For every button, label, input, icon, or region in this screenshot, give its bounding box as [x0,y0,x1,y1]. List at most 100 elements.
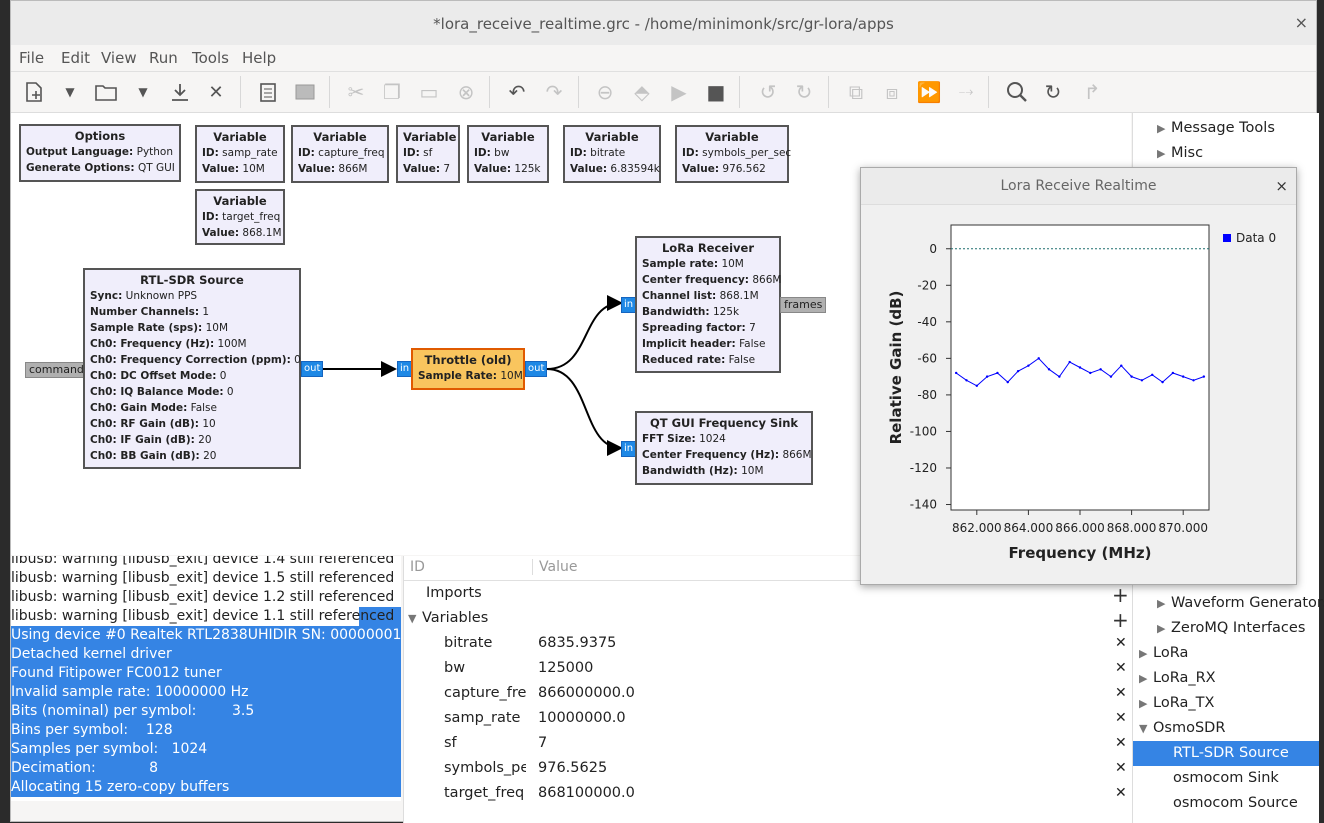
chevron-down-icon[interactable]: ▼ [55,78,85,106]
variable-block-bitrate[interactable]: Variable ID: bitrate Value: 6.83594k [563,125,661,183]
menu-help[interactable]: Help [242,49,276,67]
variable-id[interactable]: capture_fre [444,681,526,706]
save-icon[interactable] [165,78,195,106]
redo-icon[interactable]: ↷ [539,78,569,106]
variable-editor[interactable]: ID Value Imports + ▼ Variables + bitrate 6… [403,556,1132,823]
qt-gui-window[interactable]: Lora Receive Realtime × 0 -20 -40 -60 -80 -10… [860,167,1297,585]
library-category[interactable]: ▶ Misc [1157,141,1203,166]
library-item[interactable]: ▶ LoRa [1139,641,1188,666]
disable-icon[interactable]: ⊖ [590,78,620,106]
column-value[interactable]: Value [532,559,577,575]
undo-icon[interactable]: ↶ [502,78,532,106]
close-icon[interactable]: × [1275,177,1288,195]
close-file-icon[interactable]: ✕ [201,78,231,106]
variable-value[interactable]: 976.5625 [538,756,607,781]
rtl-sdr-source-block[interactable]: RTL-SDR Source Sync: Unknown PPS Number C… [83,268,301,469]
variable-value[interactable]: 7 [538,731,547,756]
copy-icon[interactable]: ❐ [377,78,407,106]
rotate-cw-icon[interactable]: ↻ [789,78,819,106]
open-folder-icon[interactable] [91,78,121,106]
menu-tools[interactable]: Tools [192,49,229,67]
in-port[interactable]: in [621,441,637,457]
variable-value[interactable]: 10000000.0 [538,706,626,731]
search-icon[interactable] [1002,78,1032,106]
variable-block-symbols-per-sec[interactable]: Variable ID: symbols_per_sec Value: 976.… [675,125,791,183]
command-port[interactable]: command [25,362,88,378]
remove-icon[interactable]: ✕ [1115,760,1127,776]
frames-port[interactable]: frames [780,297,827,313]
chevron-down-icon[interactable]: ▼ [128,78,158,106]
screenshot-icon[interactable] [290,78,320,106]
variable-id[interactable]: bw [444,656,526,681]
library-item[interactable]: ▼ OsmoSDR [1139,716,1225,741]
console-panel[interactable]: libusb: warning [libusb_exit] device 1.4… [11,556,401,801]
column-id[interactable]: ID [410,559,425,575]
variable-value[interactable]: 866000000.0 [538,681,635,706]
library-item[interactable]: ▶ LoRa_RX [1139,666,1216,691]
variable-value[interactable]: 125000 [538,656,593,681]
menu-run[interactable]: Run [149,49,178,67]
variable-block-samp-rate[interactable]: Variable ID: samp_rate Value: 10M [195,125,285,183]
throttle-block[interactable]: Throttle (old) Sample Rate: 10M [411,348,525,390]
add-icon[interactable]: + [1112,583,1129,607]
cut-icon[interactable]: ✂ [341,78,371,106]
reload-icon[interactable]: ↻ [1038,78,1068,106]
y-tick-label: -80 [917,388,937,402]
variable-id[interactable]: sf [444,731,526,756]
stop-icon[interactable]: ■ [701,78,731,106]
remove-icon[interactable]: ✕ [1115,635,1127,651]
remove-icon[interactable]: ✕ [1115,660,1127,676]
new-file-icon[interactable] [19,78,49,106]
data-point [1151,373,1154,377]
in-port[interactable]: in [397,361,413,377]
library-category[interactable]: ▶ Message Tools [1157,116,1275,141]
paste-icon[interactable]: ▭ [414,78,444,106]
library-item[interactable]: RTL-SDR Source [1133,741,1319,766]
variable-id[interactable]: target_freq [444,781,526,806]
library-item[interactable]: ▶ LoRa_TX [1139,691,1214,716]
qt-gui-frequency-sink-block[interactable]: QT GUI Frequency Sink FFT Size: 1024 Cent… [635,411,813,485]
options-block[interactable]: Options Output Language: Python Generate… [19,124,181,182]
remove-icon[interactable]: ✕ [1115,785,1127,801]
variable-id[interactable]: samp_rate [444,706,526,731]
remove-icon[interactable]: ✕ [1115,735,1127,751]
library-item[interactable]: ▶ Waveform Generators [1157,591,1324,616]
frequency-plot[interactable]: 0-20-40-60-80-100-120-140862.000 864.000 8… [861,205,1294,583]
variable-block-sf[interactable]: Variable ID: sf Value: 7 [396,125,460,183]
bypass-icon[interactable]: ⤍ [951,78,981,106]
delete-icon[interactable]: ⊗ [451,78,481,106]
variable-value[interactable]: 868100000.0 [538,781,635,806]
library-item[interactable]: osmocom Sink [1173,766,1279,791]
menu-view[interactable]: View [101,49,137,67]
close-icon[interactable]: × [1295,13,1308,32]
variable-id[interactable]: bitrate [444,631,526,656]
hierarchy-remove-icon[interactable]: ⧈ [877,78,907,106]
variables-row[interactable]: ▼ Variables [408,606,488,631]
add-icon[interactable]: + [1112,608,1129,632]
remove-icon[interactable]: ✕ [1115,710,1127,726]
library-item[interactable]: osmocom Source [1173,791,1298,816]
lora-receiver-block[interactable]: LoRa Receiver Sample rate: 10M Center fre… [635,236,781,373]
variable-value[interactable]: 6835.9375 [538,631,616,656]
rotate-ccw-icon[interactable]: ↺ [753,78,783,106]
imports-row[interactable]: Imports [426,581,482,606]
in-port[interactable]: in [621,297,637,313]
remove-icon[interactable]: ✕ [1115,685,1127,701]
menu-file[interactable]: File [19,49,44,67]
menu-edit[interactable]: Edit [61,49,90,67]
library-item[interactable]: ▶ ZeroMQ Interfaces [1157,616,1305,641]
goto-icon[interactable]: ↱ [1077,78,1107,106]
hierarchy-icon[interactable]: ⧉ [841,78,871,106]
variable-block-capture-freq[interactable]: Variable ID: capture_freq Value: 866M [291,125,389,183]
out-port[interactable]: out [525,361,548,377]
out-port[interactable]: out [301,361,324,377]
variable-block-bw[interactable]: Variable ID: bw Value: 125k [467,125,549,183]
fast-forward-icon[interactable]: ⏩ [914,78,944,106]
variable-id[interactable]: symbols_pe [444,756,526,781]
qt-window-title: Lora Receive Realtime [861,168,1296,205]
clipboard-icon[interactable] [253,78,283,106]
execute-icon[interactable]: ▶ [664,78,694,106]
x-tick-label: 868.000 [1107,521,1157,535]
generate-icon[interactable]: ⬘ [627,78,657,106]
variable-block-target-freq[interactable]: Variable ID: target_freq Value: 868.1M [195,189,285,245]
